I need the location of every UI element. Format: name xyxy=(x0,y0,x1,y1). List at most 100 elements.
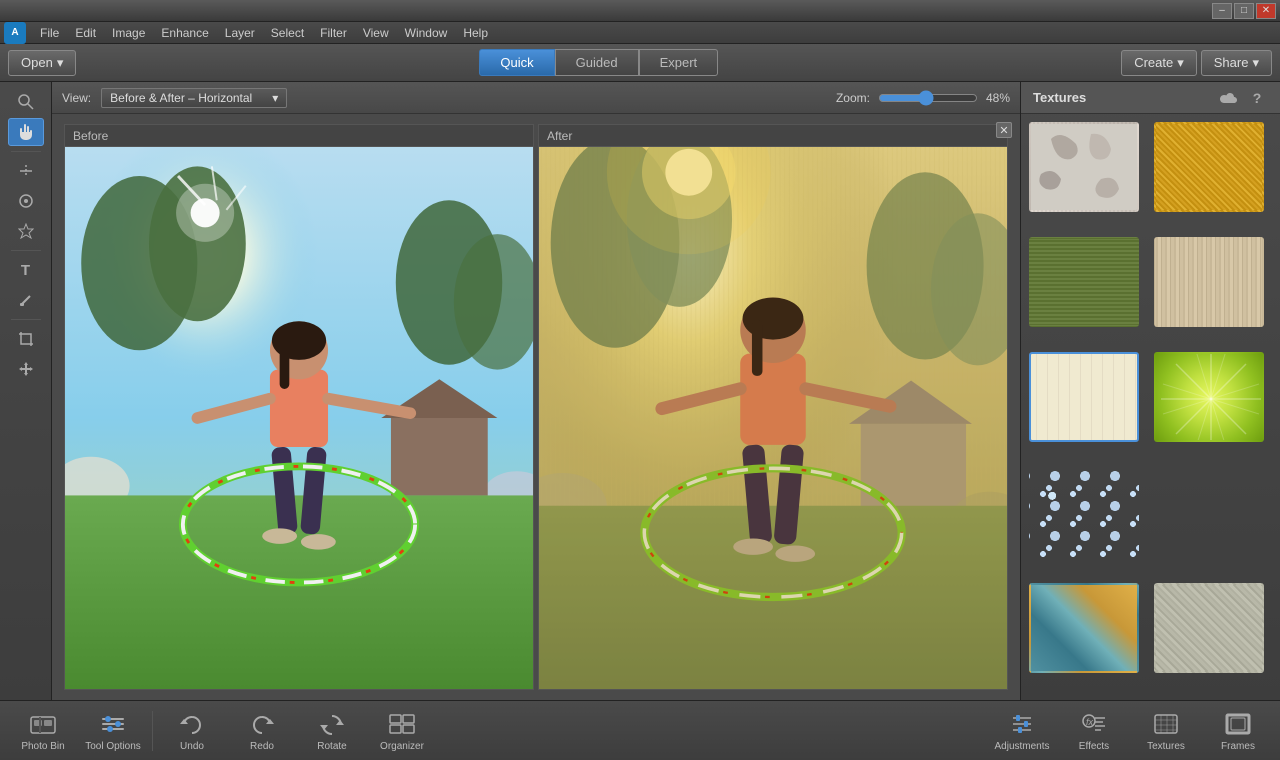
texture-item-3[interactable] xyxy=(1029,237,1139,327)
menu-bar: A File Edit Image Enhance Layer Select F… xyxy=(0,22,1280,44)
panel-action-icons: ? xyxy=(1218,87,1268,109)
zoom-tool[interactable] xyxy=(8,88,44,116)
view-bar: View: Before & After – Horizontal ▾ Zoom… xyxy=(52,82,1020,114)
left-toolbox: T xyxy=(0,82,52,700)
texture-item-5[interactable] xyxy=(1029,352,1139,442)
after-photo xyxy=(539,147,1007,689)
redo-button[interactable]: Redo xyxy=(227,704,297,758)
tool-separator-2 xyxy=(11,250,41,251)
after-panel: After xyxy=(538,124,1008,690)
bottom-panel: Photo Bin Tool Options Undo Redo Rotate … xyxy=(0,700,1280,760)
text-tool[interactable]: T xyxy=(8,256,44,284)
texture-item-7[interactable] xyxy=(1029,468,1139,558)
rotate-button[interactable]: Rotate xyxy=(297,704,367,758)
main-content: T View: Before & After – Horizontal ▾ Zo… xyxy=(0,82,1280,700)
frames-button[interactable]: Frames xyxy=(1204,706,1272,756)
tool-options-icon xyxy=(99,710,127,738)
svg-text:fx: fx xyxy=(1086,717,1094,727)
before-label: Before xyxy=(65,125,533,147)
menu-window[interactable]: Window xyxy=(397,24,456,42)
menu-layer[interactable]: Layer xyxy=(217,24,263,42)
effects-label: Effects xyxy=(1079,741,1109,752)
create-arrow-icon: ▾ xyxy=(1177,55,1184,71)
before-image xyxy=(65,147,533,689)
help-icon[interactable]: ? xyxy=(1246,87,1268,109)
whiten-tool[interactable] xyxy=(8,217,44,245)
menu-file[interactable]: File xyxy=(32,24,67,42)
crop-tool[interactable] xyxy=(8,325,44,353)
menu-filter[interactable]: Filter xyxy=(312,24,355,42)
open-label: Open xyxy=(21,55,53,70)
after-image xyxy=(539,147,1007,689)
minimize-button[interactable]: – xyxy=(1212,3,1232,19)
undo-button[interactable]: Undo xyxy=(157,704,227,758)
tool-separator-3 xyxy=(11,319,41,320)
create-button[interactable]: Create ▾ xyxy=(1121,50,1197,76)
rotate-icon xyxy=(318,710,346,738)
adjustments-button[interactable]: Adjustments xyxy=(988,706,1056,756)
paint-tool[interactable] xyxy=(8,286,44,314)
share-label: Share xyxy=(1214,55,1249,70)
effects-button[interactable]: fx Effects xyxy=(1060,706,1128,756)
photo-bin-button[interactable]: Photo Bin xyxy=(8,704,78,758)
adjustments-icon xyxy=(1008,710,1036,738)
tab-guided[interactable]: Guided xyxy=(555,49,639,76)
hand-tool[interactable] xyxy=(8,118,44,146)
texture-item-1[interactable] xyxy=(1029,122,1139,212)
mode-tabs: Quick Guided Expert xyxy=(479,49,718,76)
textures-button[interactable]: Textures xyxy=(1132,706,1200,756)
texture-item-8[interactable] xyxy=(1154,468,1264,558)
redo-label: Redo xyxy=(250,741,274,752)
cloud-icon[interactable] xyxy=(1218,87,1240,109)
move-tool[interactable] xyxy=(8,355,44,383)
organizer-icon xyxy=(388,710,416,738)
open-arrow-icon: ▾ xyxy=(57,55,64,71)
restore-button[interactable]: □ xyxy=(1234,3,1254,19)
zoom-slider[interactable] xyxy=(878,90,978,106)
tab-expert[interactable]: Expert xyxy=(639,49,719,76)
textures-grid xyxy=(1021,114,1280,700)
rotate-label: Rotate xyxy=(317,741,346,752)
canvas-container: ✕ Before xyxy=(52,114,1020,700)
open-button[interactable]: Open ▾ xyxy=(8,50,76,76)
close-button[interactable]: ✕ xyxy=(1256,3,1276,19)
canvas-close-button[interactable]: ✕ xyxy=(996,122,1012,138)
view-option-label: Before & After – Horizontal xyxy=(110,91,252,105)
panel-header: Textures ? xyxy=(1021,82,1280,114)
redeye-tool[interactable] xyxy=(8,187,44,215)
texture-item-6[interactable] xyxy=(1154,352,1264,442)
menu-image[interactable]: Image xyxy=(104,24,153,42)
frames-icon xyxy=(1224,710,1252,738)
title-bar: – □ ✕ xyxy=(0,0,1280,22)
tab-quick[interactable]: Quick xyxy=(479,49,554,76)
tool-options-button[interactable]: Tool Options xyxy=(78,704,148,758)
straighten-tool[interactable] xyxy=(8,157,44,185)
view-dropdown[interactable]: Before & After – Horizontal ▾ xyxy=(101,88,287,108)
redo-icon xyxy=(248,710,276,738)
texture-item-2[interactable] xyxy=(1154,122,1264,212)
after-label: After xyxy=(539,125,1007,147)
organizer-button[interactable]: Organizer xyxy=(367,704,437,758)
view-label: View: xyxy=(62,91,91,105)
share-button[interactable]: Share ▾ xyxy=(1201,50,1272,76)
effects-icon: fx xyxy=(1080,710,1108,738)
bottom-right-buttons: Adjustments fx Effects Textures Frames xyxy=(988,706,1272,756)
texture-item-4[interactable] xyxy=(1154,237,1264,327)
texture-item-9[interactable] xyxy=(1029,583,1139,673)
organizer-label: Organizer xyxy=(380,741,424,752)
frames-label: Frames xyxy=(1221,741,1255,752)
menu-enhance[interactable]: Enhance xyxy=(153,24,216,42)
menu-edit[interactable]: Edit xyxy=(67,24,104,42)
tool-options-label: Tool Options xyxy=(85,741,141,752)
share-arrow-icon: ▾ xyxy=(1252,55,1259,71)
photo-bin-label: Photo Bin xyxy=(21,741,64,752)
undo-icon xyxy=(178,710,206,738)
zoom-area: Zoom: 48% xyxy=(836,90,1010,106)
menu-help[interactable]: Help xyxy=(455,24,496,42)
create-label: Create xyxy=(1134,55,1173,70)
zoom-percentage: 48% xyxy=(986,91,1010,105)
menu-view[interactable]: View xyxy=(355,24,397,42)
texture-item-10[interactable] xyxy=(1154,583,1264,673)
menu-select[interactable]: Select xyxy=(263,24,312,42)
zoom-label: Zoom: xyxy=(836,91,870,105)
